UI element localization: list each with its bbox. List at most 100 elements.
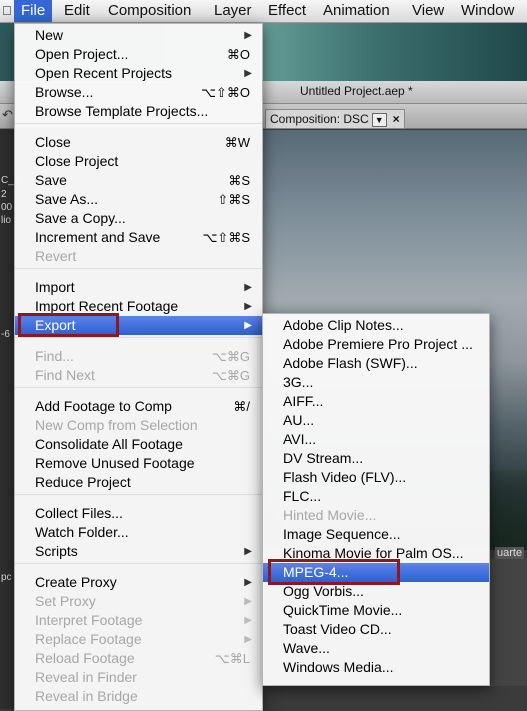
export-item-flc[interactable]: FLC... <box>263 487 489 506</box>
menu-item-open-project[interactable]: Open Project... ⌘O <box>15 45 262 64</box>
menu-item-label: Save <box>35 172 67 188</box>
export-item-3g[interactable]: 3G... <box>263 373 489 392</box>
export-item-image-sequence[interactable]: Image Sequence... <box>263 525 489 544</box>
menu-separator <box>15 268 262 269</box>
menubar:  File Edit Composition Layer Effect Ani… <box>0 0 527 23</box>
menu-item-watch-folder[interactable]: Watch Folder... <box>15 523 262 542</box>
menu-window[interactable]: Window <box>461 0 514 22</box>
export-item-mpeg-4[interactable]: MPEG-4... <box>263 563 489 582</box>
menu-item-label: Create Proxy <box>35 574 117 590</box>
menu-effect[interactable]: Effect <box>268 0 306 22</box>
menu-item-label: DV Stream... <box>283 450 364 466</box>
menu-item-remove-unused-footage[interactable]: Remove Unused Footage <box>15 454 262 473</box>
menu-item-close-project[interactable]: Close Project <box>15 152 262 171</box>
project-panel-fragment: -6 <box>1 329 10 340</box>
menu-item-collect-files[interactable]: Collect Files... <box>15 504 262 523</box>
menu-item-reveal-in-bridge: Reveal in Bridge <box>15 687 262 706</box>
export-item-adobe-flash-swf[interactable]: Adobe Flash (SWF)... <box>263 354 489 373</box>
export-item-avi[interactable]: AVI... <box>263 430 489 449</box>
menu-item-shortcut: ⇧⌘S <box>217 192 250 207</box>
menu-item-label: Wave... <box>283 640 330 656</box>
menu-item-label: Reload Footage <box>35 650 135 666</box>
export-item-flash-video-flv[interactable]: Flash Video (FLV)... <box>263 468 489 487</box>
menu-item-browse[interactable]: Browse... ⌥⇧⌘O <box>15 83 262 102</box>
tab-composition[interactable]: Composition: DSC ▼ × <box>265 109 405 129</box>
menu-item-export[interactable]: Export ▶ <box>15 316 262 335</box>
export-item-aiff[interactable]: AIFF... <box>263 392 489 411</box>
menu-item-shortcut: ⌘W <box>224 135 250 150</box>
export-item-ogg-vorbis[interactable]: Ogg Vorbis... <box>263 582 489 601</box>
submenu-arrow-icon: ▶ <box>244 546 252 557</box>
menu-item-scripts[interactable]: Scripts ▶ <box>15 542 262 561</box>
menu-item-label: Import Recent Footage <box>35 298 179 314</box>
export-item-wave[interactable]: Wave... <box>263 639 489 658</box>
menu-item-save-a-copy[interactable]: Save a Copy... <box>15 209 262 228</box>
menu-item-label: Open Recent Projects <box>35 65 172 81</box>
export-item-hinted-movie: Hinted Movie... <box>263 506 489 525</box>
submenu-arrow-icon: ▶ <box>244 30 252 41</box>
menu-item-label: Export <box>35 317 76 333</box>
menu-item-save-as[interactable]: Save As... ⇧⌘S <box>15 190 262 209</box>
menu-item-label: Browse Template Projects... <box>35 103 209 119</box>
menu-item-close[interactable]: Close ⌘W <box>15 133 262 152</box>
menu-item-shortcut: ⌥⌘G <box>211 368 250 383</box>
menu-item-browse-template-projects[interactable]: Browse Template Projects... <box>15 102 262 121</box>
undo-icon[interactable]: ↶ <box>2 107 13 123</box>
chevron-down-icon[interactable]: ▼ <box>371 113 387 127</box>
menu-item-reload-footage: Reload Footage ⌥⌘L <box>15 649 262 668</box>
menu-item-consolidate-all-footage[interactable]: Consolidate All Footage <box>15 435 262 454</box>
menu-item-label: Hinted Movie... <box>283 507 377 523</box>
project-panel-fragment: lio <box>1 215 12 226</box>
menu-animation[interactable]: Animation <box>323 0 390 22</box>
menu-item-label: Replace Footage <box>35 631 142 647</box>
menu-item-find-next: Find Next ⌥⌘G <box>15 366 262 385</box>
menu-item-label: Revert <box>35 248 77 264</box>
menu-item-new[interactable]: New ▶ <box>15 26 262 45</box>
menu-item-label: Import <box>35 279 75 295</box>
menu-file[interactable]: File <box>14 0 53 22</box>
close-icon[interactable]: × <box>393 112 400 126</box>
export-item-adobe-premiere-pro-project[interactable]: Adobe Premiere Pro Project ... <box>263 335 489 354</box>
menu-edit[interactable]: Edit <box>64 0 90 22</box>
menu-item-reduce-project[interactable]: Reduce Project <box>15 473 262 492</box>
menu-item-label: Close <box>35 134 71 150</box>
submenu-arrow-icon: ▶ <box>244 577 252 588</box>
menu-composition[interactable]: Composition <box>108 0 191 22</box>
menu-item-save[interactable]: Save ⌘S <box>15 171 262 190</box>
menu-item-label: Open Project... <box>35 46 129 62</box>
submenu-arrow-icon: ▶ <box>244 282 252 293</box>
export-item-dv-stream[interactable]: DV Stream... <box>263 449 489 468</box>
project-panel-fragment: 2 <box>1 189 7 200</box>
menu-item-label: Save As... <box>35 191 99 207</box>
menu-item-shortcut: ⌥⌘G <box>211 349 250 364</box>
menu-view[interactable]: View <box>412 0 444 22</box>
menu-item-label: Set Proxy <box>35 593 96 609</box>
menu-item-create-proxy[interactable]: Create Proxy ▶ <box>15 573 262 592</box>
menu-item-label: Remove Unused Footage <box>35 455 195 471</box>
menu-item-open-recent-projects[interactable]: Open Recent Projects ▶ <box>15 64 262 83</box>
export-item-quicktime-movie[interactable]: QuickTime Movie... <box>263 601 489 620</box>
menu-item-increment-and-save[interactable]: Increment and Save ⌥⇧⌘S <box>15 228 262 247</box>
menu-item-label: Add Footage to Comp <box>35 398 172 414</box>
export-item-au[interactable]: AU... <box>263 411 489 430</box>
submenu-arrow-icon: ▶ <box>244 615 252 626</box>
export-item-adobe-clip-notes[interactable]: Adobe Clip Notes... <box>263 316 489 335</box>
menu-item-add-footage-to-comp[interactable]: Add Footage to Comp ⌘/ <box>15 397 262 416</box>
menu-item-label: Reveal in Finder <box>35 669 137 685</box>
export-item-toast-video-cd[interactable]: Toast Video CD... <box>263 620 489 639</box>
menu-item-import[interactable]: Import ▶ <box>15 278 262 297</box>
menu-item-import-recent-footage[interactable]: Import Recent Footage ▶ <box>15 297 262 316</box>
menu-item-label: Flash Video (FLV)... <box>283 469 407 485</box>
menu-layer[interactable]: Layer <box>214 0 252 22</box>
menu-item-label: 3G... <box>283 374 314 390</box>
menu-item-shortcut: ⌥⌘L <box>214 651 250 666</box>
menu-item-label: Interpret Footage <box>35 612 143 628</box>
apple-icon[interactable]:  <box>2 0 12 22</box>
export-item-windows-media[interactable]: Windows Media... <box>263 658 489 677</box>
menu-item-shortcut: ⌥⇧⌘O <box>201 85 250 100</box>
menu-item-label: New Comp from Selection <box>35 417 198 433</box>
menu-item-label: MPEG-4... <box>283 564 349 580</box>
menu-item-label: FLC... <box>283 488 322 504</box>
export-item-kinoma-movie-for-palm-os[interactable]: Kinoma Movie for Palm OS... <box>263 544 489 563</box>
composition-tab-label: Composition: DSC <box>270 112 369 126</box>
